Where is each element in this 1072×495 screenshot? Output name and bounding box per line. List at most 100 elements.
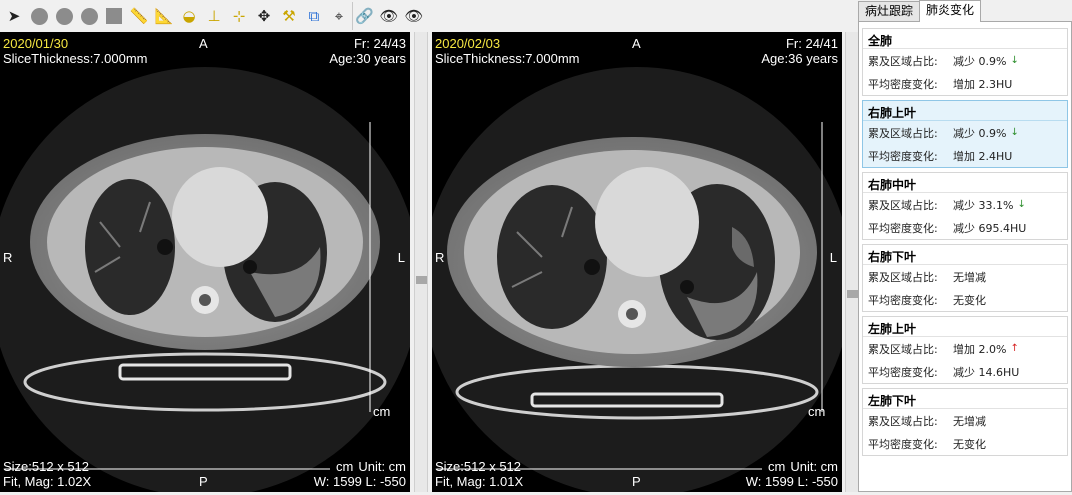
density-change-row: 平均密度变化: 增加 2.3HU	[863, 72, 1067, 95]
rect-tool-button[interactable]	[102, 2, 126, 30]
density-change-value: 减少 14.6HU	[953, 365, 1020, 379]
fit-magnification: Fit, Mag: 1.02X	[3, 474, 92, 489]
scrollbar-thumb[interactable]	[416, 276, 427, 284]
ct-viewer-right[interactable]: 2020/02/03 A Fr: 24/41 SliceThickness:7.…	[432, 32, 842, 492]
orientation-right: L	[397, 250, 405, 265]
trend-down-icon: ↓	[1010, 55, 1019, 66]
point-probe-tool-button[interactable]: ⊹	[227, 2, 251, 30]
patient-age: Age:36 years	[761, 51, 838, 66]
density-change-row: 平均密度变化: 减少 695.4HU	[863, 216, 1067, 239]
area-ratio-value: 减少 0.9%	[953, 54, 1007, 68]
trend-up-icon: ↑	[1010, 343, 1019, 354]
area-ratio-label: 累及区域占比:	[868, 54, 938, 68]
pneumonia-change-list: 全肺 累及区域占比: 减少 0.9% ↓ 平均密度变化: 增加 2.3HU 右肺上叶 累及区域…	[858, 22, 1072, 492]
area-ratio-value: 减少 33.1%	[953, 198, 1014, 212]
region-title: 右肺上叶	[863, 101, 1067, 121]
area-ratio-label: 累及区域占比:	[868, 126, 938, 140]
area-ratio-row: 累及区域占比: 减少 33.1% ↓	[863, 193, 1067, 216]
ct-scan-image	[432, 67, 842, 492]
scrollbar-thumb[interactable]	[847, 290, 858, 298]
study-date: 2020/01/30	[3, 36, 69, 51]
region-card[interactable]: 右肺下叶 累及区域占比: 无增减 平均密度变化: 无变化	[862, 244, 1068, 312]
slice-thickness: SliceThickness:7.000mm	[435, 51, 580, 66]
area-ratio-label: 累及区域占比:	[868, 342, 938, 356]
circle-tool-1-button[interactable]	[27, 2, 51, 30]
circle-3-icon	[80, 7, 98, 25]
crosshair-icon: ⌖	[334, 7, 344, 25]
ruler-icon: 📏	[129, 7, 149, 25]
circle-tool-3-button[interactable]	[77, 2, 101, 30]
density-change-label: 平均密度变化:	[868, 437, 938, 451]
orientation-top: A	[199, 36, 208, 51]
area-ratio-label: 累及区域占比:	[868, 414, 938, 428]
hammer-tool-button[interactable]: ⚒	[277, 2, 301, 30]
point-probe-icon: ⊹	[232, 7, 246, 25]
link-icon: 🔗	[355, 7, 374, 25]
density-change-value: 增加 2.4HU	[953, 149, 1013, 163]
region-card[interactable]: 全肺累及区域占比: 减少 0.9% ↓ 平均密度变化: 增加 2.3HU	[862, 28, 1068, 96]
area-ratio-value: 无增减	[953, 270, 986, 284]
frame-counter: Fr: 24/41	[785, 36, 838, 51]
copy-tool-button[interactable]: ⧉	[302, 2, 326, 30]
eye-tool-1-button[interactable]: 👁	[377, 2, 401, 30]
area-ratio-row: 累及区域占比: 减少 0.9% ↓	[863, 49, 1067, 72]
orientation-bottom: P	[632, 474, 641, 489]
scale-unit-label: cm	[373, 404, 391, 419]
protractor-tool-button[interactable]: ◒	[177, 2, 201, 30]
trend-down-icon: ↓	[1010, 127, 1019, 138]
eye-tool-2-button[interactable]: 👁	[402, 2, 426, 30]
rect-icon	[106, 8, 122, 24]
eye-2-icon: 👁	[404, 7, 424, 25]
tab-pneumonia-change[interactable]: 肺炎变化	[919, 0, 982, 22]
area-ratio-label: 累及区域占比:	[868, 198, 938, 212]
angle-ruler-tool-button[interactable]: 📐	[152, 2, 176, 30]
density-change-row: 平均密度变化: 减少 14.6HU	[863, 360, 1067, 383]
scale-bottom-cm: cm	[768, 459, 786, 474]
viewer-right-scrollbar[interactable]	[845, 32, 859, 492]
density-change-label: 平均密度变化:	[868, 365, 938, 379]
link-tool-button[interactable]: 🔗	[352, 2, 376, 30]
circle-1-icon	[30, 7, 48, 25]
ct-viewer-left[interactable]: 2020/01/30 A Fr: 24/43 SliceThickness:7.…	[0, 32, 410, 492]
density-change-label: 平均密度变化:	[868, 221, 938, 235]
circle-2-icon	[55, 7, 73, 25]
region-card[interactable]: 右肺上叶累及区域占比: 减少 0.9% ↓ 平均密度变化: 增加 2.4HU	[862, 100, 1068, 168]
viewer-left-scrollbar[interactable]	[414, 32, 428, 492]
crosshair-tool-button[interactable]: ⌖	[327, 2, 351, 30]
pointer-tool-button[interactable]: ➤	[2, 2, 26, 30]
density-change-label: 平均密度变化:	[868, 77, 938, 91]
image-size: Size:512 x 512	[3, 459, 90, 474]
fit-magnification: Fit, Mag: 1.01X	[435, 474, 524, 489]
area-ratio-row: 累及区域占比: 增加 2.0% ↑	[863, 337, 1067, 360]
slice-thickness: SliceThickness:7.000mm	[3, 51, 148, 66]
window-level: W: 1599 L: -550	[745, 474, 838, 489]
region-card[interactable]: 右肺中叶 累及区域占比: 减少 33.1% ↓ 平均密度变化: 减少 695.4HU	[862, 172, 1068, 240]
density-change-value: 增加 2.3HU	[953, 77, 1013, 91]
circle-tool-2-button[interactable]	[52, 2, 76, 30]
image-size: Size:512 x 512	[435, 459, 522, 474]
area-ratio-value: 减少 0.9%	[953, 126, 1007, 140]
level-tool-button[interactable]: ⊥	[202, 2, 226, 30]
orientation-top: A	[632, 36, 641, 51]
region-title: 左肺上叶	[863, 317, 1067, 337]
patient-age: Age:30 years	[329, 51, 406, 66]
density-change-value: 无变化	[953, 293, 986, 307]
unit-label: Unit: cm	[790, 459, 838, 474]
ruler-tool-button[interactable]: 📏	[127, 2, 151, 30]
area-ratio-row: 累及区域占比: 无增减	[863, 265, 1067, 288]
scale-unit-label: cm	[808, 404, 826, 419]
density-change-label: 平均密度变化:	[868, 149, 938, 163]
area-ratio-row: 累及区域占比: 无增减	[863, 409, 1067, 432]
region-title: 全肺	[863, 29, 1067, 49]
pointer-icon: ➤	[7, 7, 21, 25]
region-card[interactable]: 左肺上叶累及区域占比: 增加 2.0% ↑ 平均密度变化: 减少 14.6HU	[862, 316, 1068, 384]
pan-tool-button[interactable]: ✥	[252, 2, 276, 30]
protractor-icon: ◒	[182, 7, 196, 25]
pan-icon: ✥	[257, 7, 271, 25]
scale-bottom-cm: cm	[336, 459, 354, 474]
tab-lesion-tracking[interactable]: 病灶跟踪	[858, 1, 921, 21]
region-card[interactable]: 左肺下叶 累及区域占比: 无增减 平均密度变化: 无变化	[862, 388, 1068, 456]
analysis-panel: 病灶跟踪 肺炎变化 全肺 累及区域占比: 减少 0.9% ↓ 平均密度变化: 增加 2.3…	[858, 0, 1072, 495]
area-ratio-value: 增加 2.0%	[953, 342, 1007, 356]
density-change-row: 平均密度变化: 增加 2.4HU	[863, 144, 1067, 167]
